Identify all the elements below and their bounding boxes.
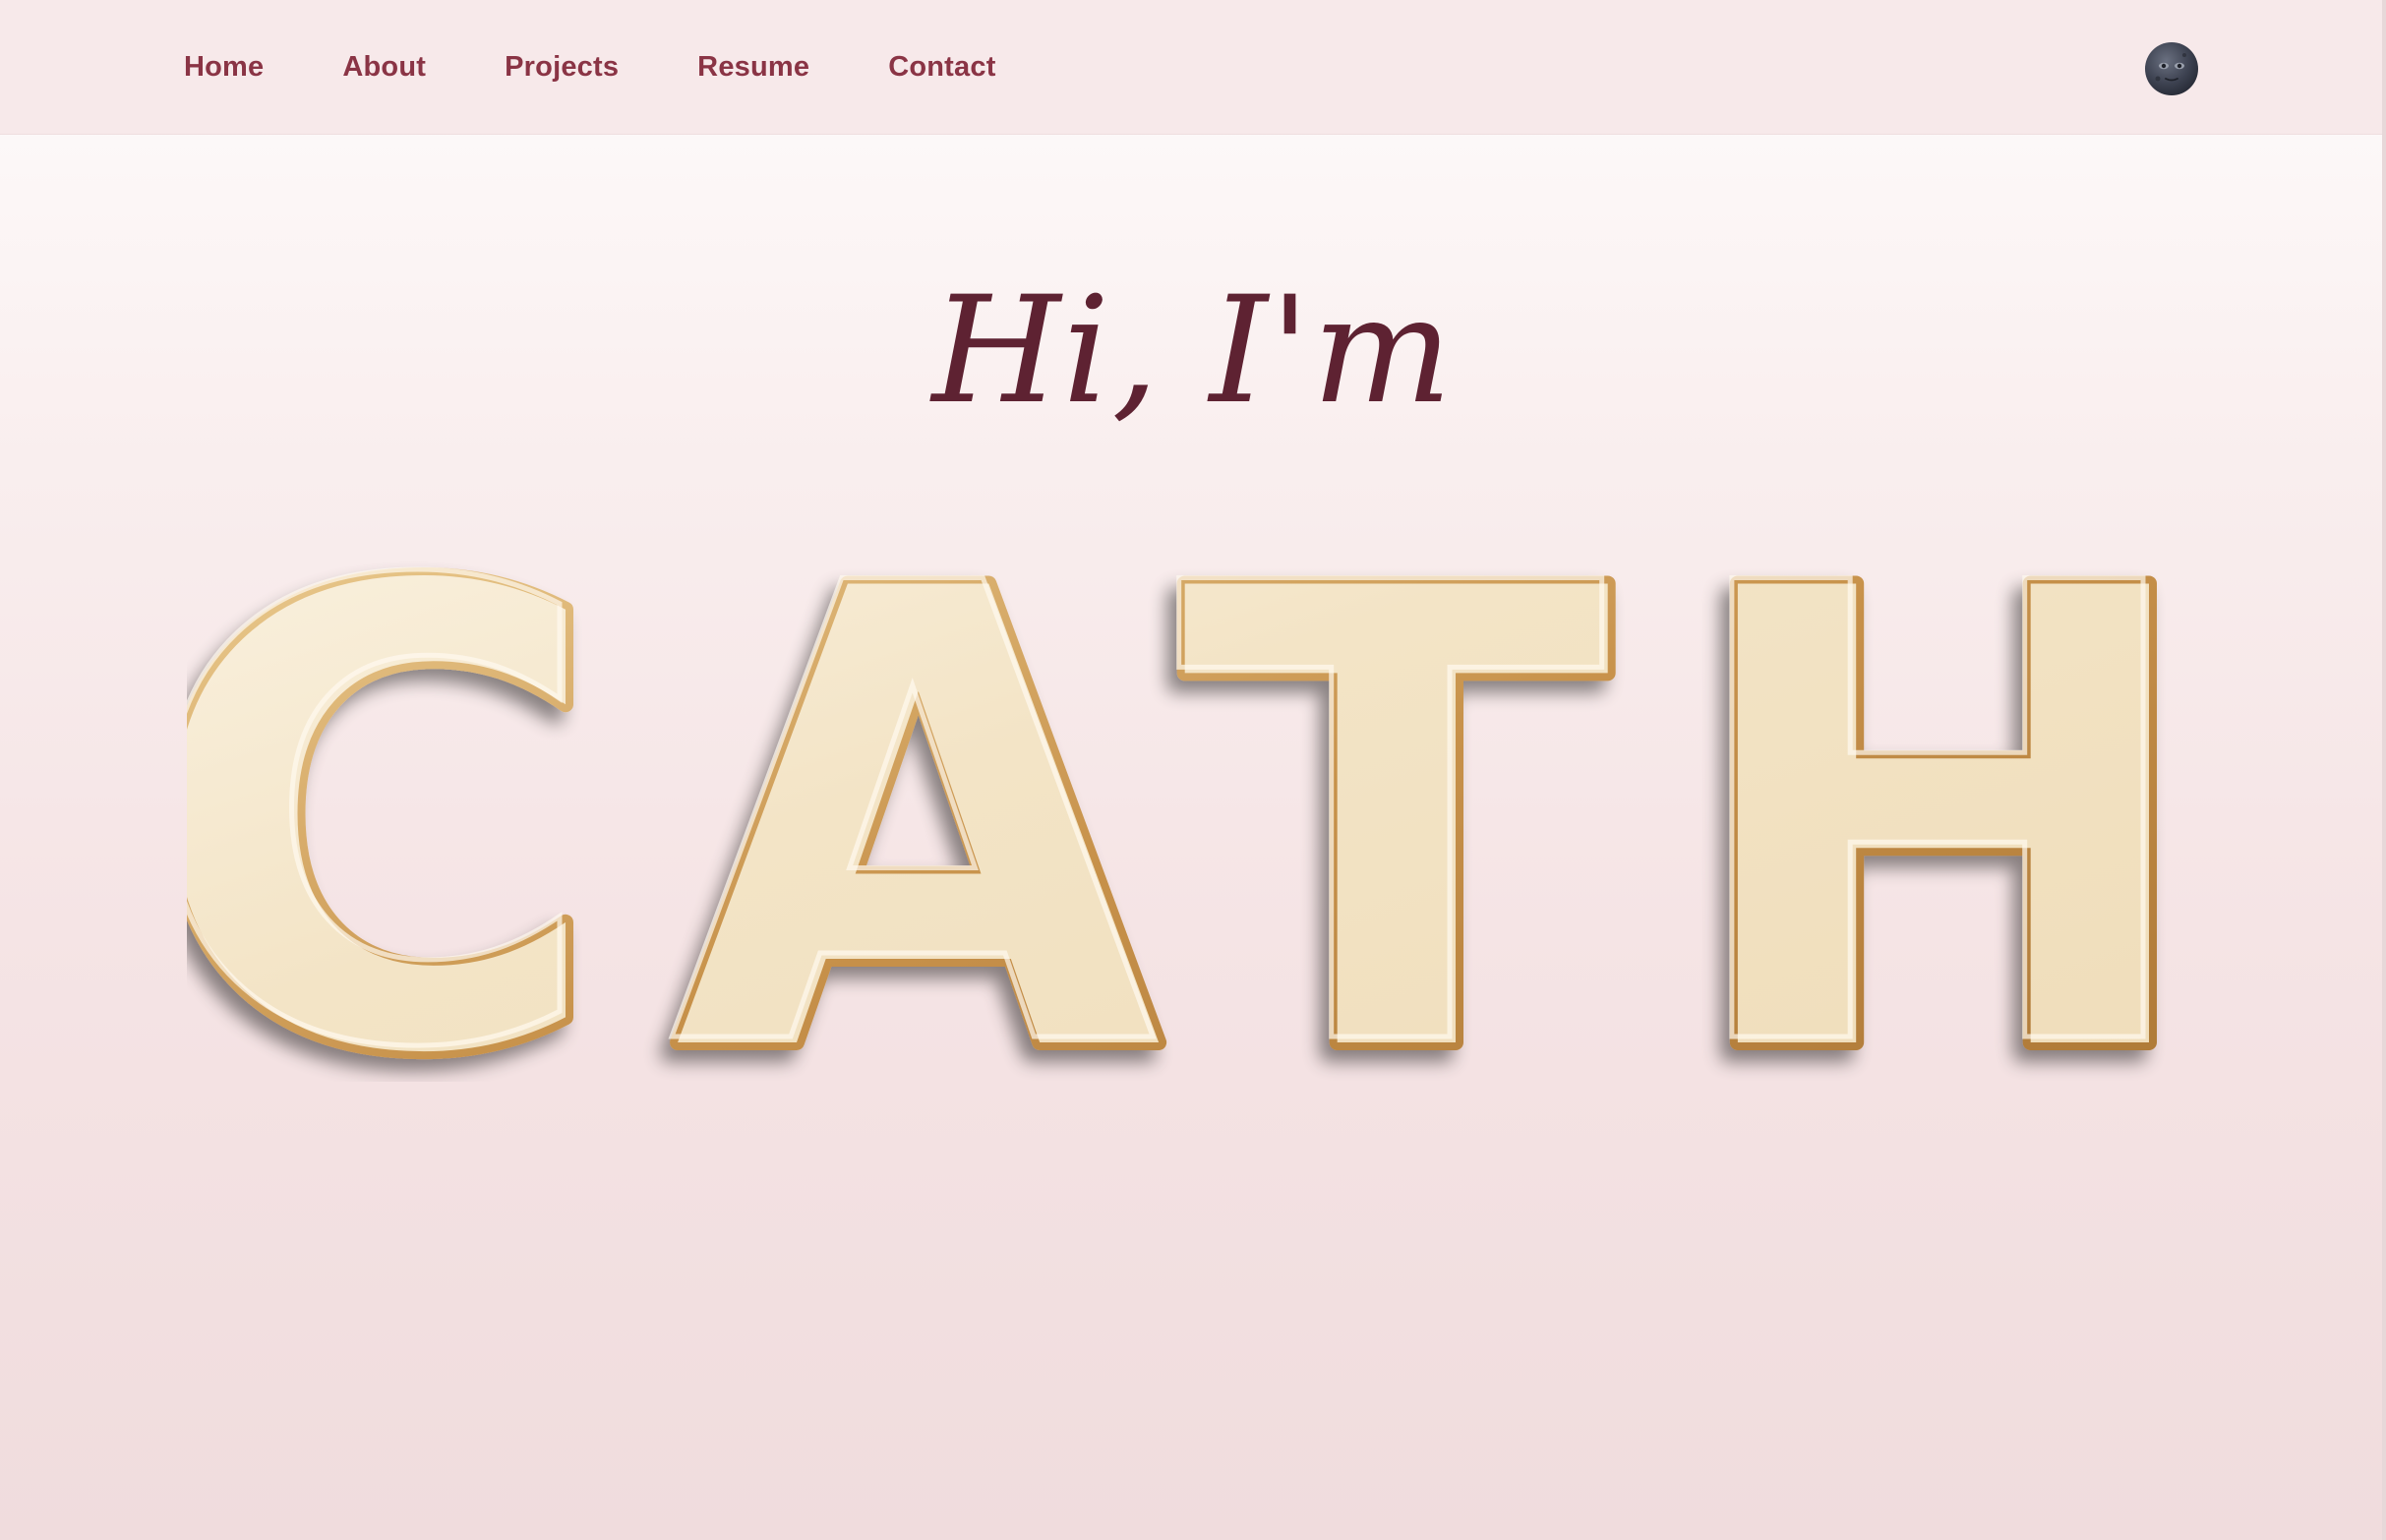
new-moon-face-icon — [2145, 42, 2198, 95]
nav-link-about[interactable]: About — [342, 51, 426, 84]
theme-toggle-button[interactable] — [2144, 41, 2199, 96]
hero-name-highlight: CATH — [187, 531, 2233, 1082]
top-navbar: Home About Projects Resume Contact — [0, 0, 2386, 135]
page-scrollbar-edge — [2382, 0, 2386, 1540]
hero-greeting: Hi, I'm — [931, 266, 1455, 437]
hero-name-balloons: CATH CATH — [187, 531, 2233, 1082]
nav-link-projects[interactable]: Projects — [505, 51, 619, 84]
nav-links: Home About Projects Resume Contact — [184, 0, 1075, 135]
nav-link-home[interactable]: Home — [184, 51, 264, 84]
nav-link-resume[interactable]: Resume — [697, 51, 809, 84]
nav-link-contact[interactable]: Contact — [888, 51, 995, 84]
